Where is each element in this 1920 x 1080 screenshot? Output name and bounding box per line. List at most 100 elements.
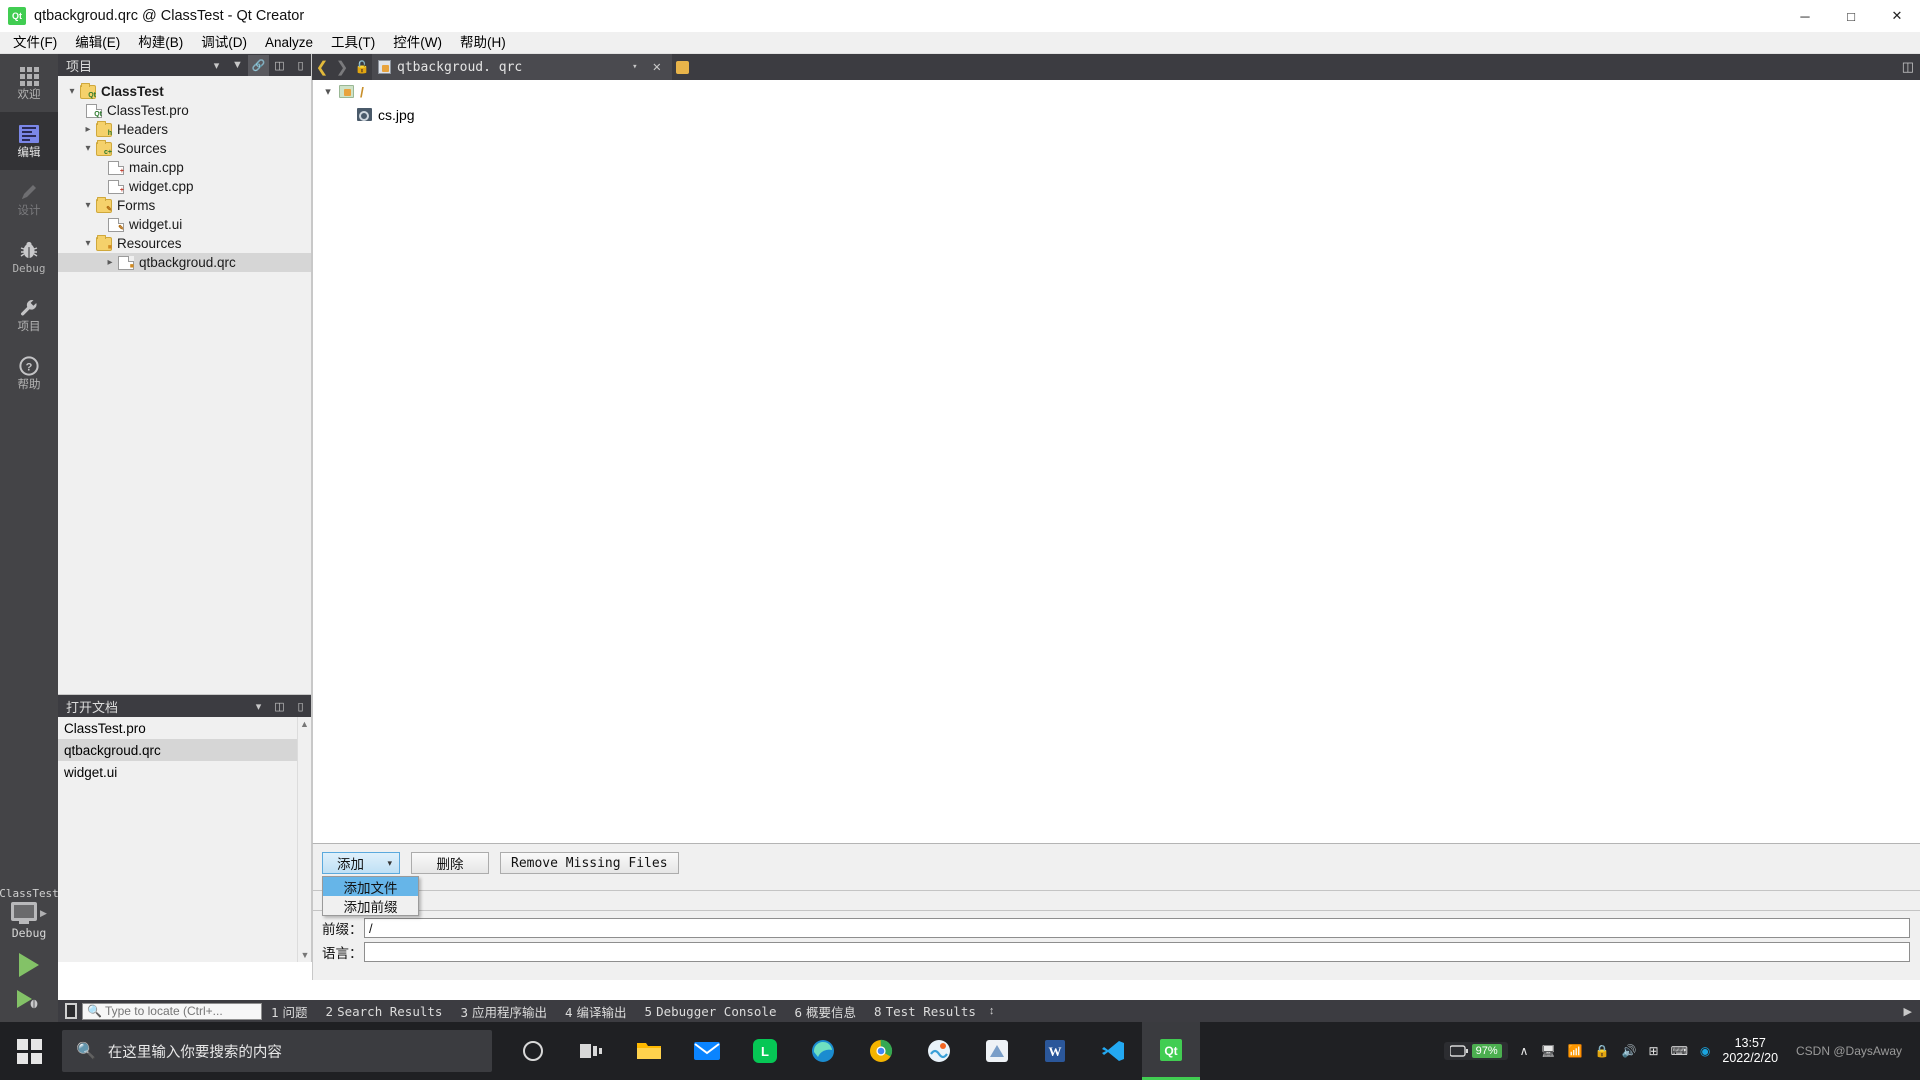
output-tab-compile-output[interactable]: 4 编译输出 [556, 1002, 636, 1021]
chevron-down-icon[interactable]: ▾ [64, 86, 80, 97]
split-panel-icon[interactable]: ◫ [269, 55, 290, 76]
menu-window[interactable]: 控件(W) [384, 32, 451, 54]
output-pane-toggle-icon[interactable]: ↕ [985, 1006, 999, 1017]
chevron-down-icon[interactable]: ▾ [387, 858, 392, 869]
windows-start-icon[interactable] [0, 1022, 58, 1080]
tree-item-forms[interactable]: ▾ ✎ Forms [58, 196, 311, 215]
chevron-down-icon[interactable]: ▾ [317, 85, 339, 98]
output-tab-application-output[interactable]: 3 应用程序输出 [451, 1002, 556, 1021]
chevron-right-icon[interactable]: ▸ [102, 257, 118, 268]
chevron-right-icon[interactable]: ▸ [80, 124, 96, 135]
output-tab-debugger-console[interactable]: 5 Debugger Console [636, 1004, 786, 1019]
menu-debug[interactable]: 调试(D) [192, 32, 256, 54]
chevron-down-icon[interactable]: ▾ [80, 143, 96, 154]
line-icon[interactable]: L [736, 1022, 794, 1080]
close-button[interactable]: ✕ [1874, 0, 1920, 32]
mode-projects[interactable]: 项目 [0, 286, 58, 344]
keyboard-icon[interactable]: ⌨ [1671, 1044, 1688, 1058]
menu-item-add-prefix[interactable]: 添加前缀 [323, 896, 418, 915]
menu-build[interactable]: 构建(B) [129, 32, 192, 54]
tree-item-main-cpp[interactable]: + main.cpp [58, 158, 311, 177]
run-button[interactable] [0, 948, 58, 982]
open-document-item[interactable]: ClassTest.pro [58, 717, 311, 739]
close-panel-icon[interactable]: ▯ [290, 696, 311, 717]
edge-icon[interactable] [794, 1022, 852, 1080]
output-tab-search-results[interactable]: 2 Search Results [317, 1004, 452, 1019]
close-panel-icon[interactable]: ▯ [290, 55, 311, 76]
lock-icon[interactable]: 🔒 [1595, 1044, 1610, 1058]
menu-analyze[interactable]: Analyze [256, 32, 322, 54]
resource-row-file[interactable]: cs.jpg [313, 103, 1920, 126]
tree-item-resources[interactable]: ▾ ■ Resources [58, 234, 311, 253]
tree-item-qtbackgroud-qrc[interactable]: ▸ ■ qtbackgroud.qrc [58, 253, 311, 272]
chrome-icon[interactable] [852, 1022, 910, 1080]
chevron-down-icon[interactable]: ▾ [206, 55, 227, 76]
locator-input[interactable]: 🔍 Type to locate (Ctrl+... [82, 1002, 262, 1020]
maximize-button[interactable]: □ [1828, 0, 1874, 32]
tree-item-widget-ui[interactable]: ✎ widget.ui [58, 215, 311, 234]
menu-edit[interactable]: 编辑(E) [66, 32, 129, 54]
prefix-input[interactable]: / [364, 918, 1910, 938]
open-documents-scrollbar[interactable]: ▲ ▼ [297, 717, 311, 962]
chevron-down-icon[interactable]: ▾ [628, 62, 641, 72]
file-explorer-icon[interactable] [620, 1022, 678, 1080]
ocean-app-icon[interactable] [910, 1022, 968, 1080]
status-scroll-icon[interactable]: ▶ [1904, 1005, 1920, 1018]
remove-button[interactable]: 删除 [411, 852, 489, 874]
chevron-down-icon[interactable]: ▾ [80, 200, 96, 211]
menu-help[interactable]: 帮助(H) [451, 32, 515, 54]
unlocked-icon[interactable]: 🔓 [352, 60, 372, 74]
taskbar-search-input[interactable]: 🔍 在这里输入你要搜索的内容 [62, 1030, 492, 1072]
scroll-up-icon[interactable]: ▲ [298, 717, 311, 731]
remove-missing-files-button[interactable]: Remove Missing Files [500, 852, 679, 874]
mode-debug[interactable]: Debug [0, 228, 58, 286]
open-document-item[interactable]: qtbackgroud.qrc [58, 739, 311, 761]
kit-target-row[interactable]: ▶ [11, 902, 47, 924]
chevron-down-icon[interactable]: ▾ [248, 696, 269, 717]
split-view-icon[interactable]: ◫ [1902, 59, 1914, 75]
tree-item-classtest[interactable]: ▾ Qt ClassTest [58, 82, 311, 101]
qq-icon[interactable]: ◉ [1700, 1044, 1710, 1058]
open-document-item[interactable]: widget.ui [58, 761, 311, 783]
word-icon[interactable]: W [1026, 1022, 1084, 1080]
mode-help[interactable]: ? 帮助 [0, 344, 58, 402]
mode-design[interactable]: 设计 [0, 170, 58, 228]
volume-icon[interactable]: 🔊 [1622, 1044, 1637, 1058]
tree-item-headers[interactable]: ▸ h Headers [58, 120, 311, 139]
tree-item-widget-cpp[interactable]: + widget.cpp [58, 177, 311, 196]
navigate-forward-icon[interactable]: ❯ [332, 54, 352, 80]
minimize-button[interactable]: ─ [1782, 0, 1828, 32]
mail-icon[interactable] [678, 1022, 736, 1080]
resource-row-prefix[interactable]: ▾ / [313, 80, 1920, 103]
wifi-icon[interactable]: 📶 [1568, 1044, 1583, 1058]
usb-icon[interactable]: ⊞ [1649, 1044, 1659, 1058]
menu-file[interactable]: 文件(F) [4, 32, 66, 54]
link-icon[interactable]: 🔗 [248, 54, 269, 76]
filter-icon[interactable]: ▼ [227, 55, 248, 76]
screen-icon[interactable]: 🖥 [1540, 1044, 1555, 1058]
output-tab-issues[interactable]: 1 问题 [262, 1002, 317, 1021]
chevron-down-icon[interactable]: ▾ [80, 238, 96, 249]
cortana-icon[interactable] [504, 1022, 562, 1080]
qtcreator-icon[interactable]: Qt [1142, 1022, 1200, 1080]
output-tab-test-results[interactable]: 8 Test Results [865, 1004, 985, 1019]
vscode-icon[interactable] [1084, 1022, 1142, 1080]
tree-item-classtest-pro[interactable]: Qt ClassTest.pro [58, 101, 311, 120]
tree-item-sources[interactable]: ▾ c+ Sources [58, 139, 311, 158]
close-icon[interactable]: ✕ [648, 59, 666, 75]
taskbar-clock[interactable]: 13:57 2022/2/20 [1722, 1036, 1784, 1066]
debug-button[interactable] [0, 982, 58, 1016]
scroll-down-icon[interactable]: ▼ [298, 948, 312, 962]
editor-tab-qtbackgroud-qrc[interactable]: qtbackgroud. qrc ▾ ✕ [372, 54, 672, 80]
output-tab-general-messages[interactable]: 6 概要信息 [785, 1002, 865, 1021]
menu-tools[interactable]: 工具(T) [322, 32, 384, 54]
locator-icon[interactable] [65, 1003, 77, 1019]
mode-welcome[interactable]: 欢迎 [0, 54, 58, 112]
task-view-icon[interactable] [562, 1022, 620, 1080]
menu-item-add-file[interactable]: 添加文件 [323, 877, 418, 896]
mode-edit[interactable]: 编辑 [0, 112, 58, 170]
add-button[interactable]: 添加 ▾ [322, 852, 400, 874]
chevron-up-icon[interactable]: ∧ [1520, 1044, 1529, 1058]
split-panel-icon[interactable]: ◫ [269, 696, 290, 717]
language-input[interactable] [364, 942, 1910, 962]
